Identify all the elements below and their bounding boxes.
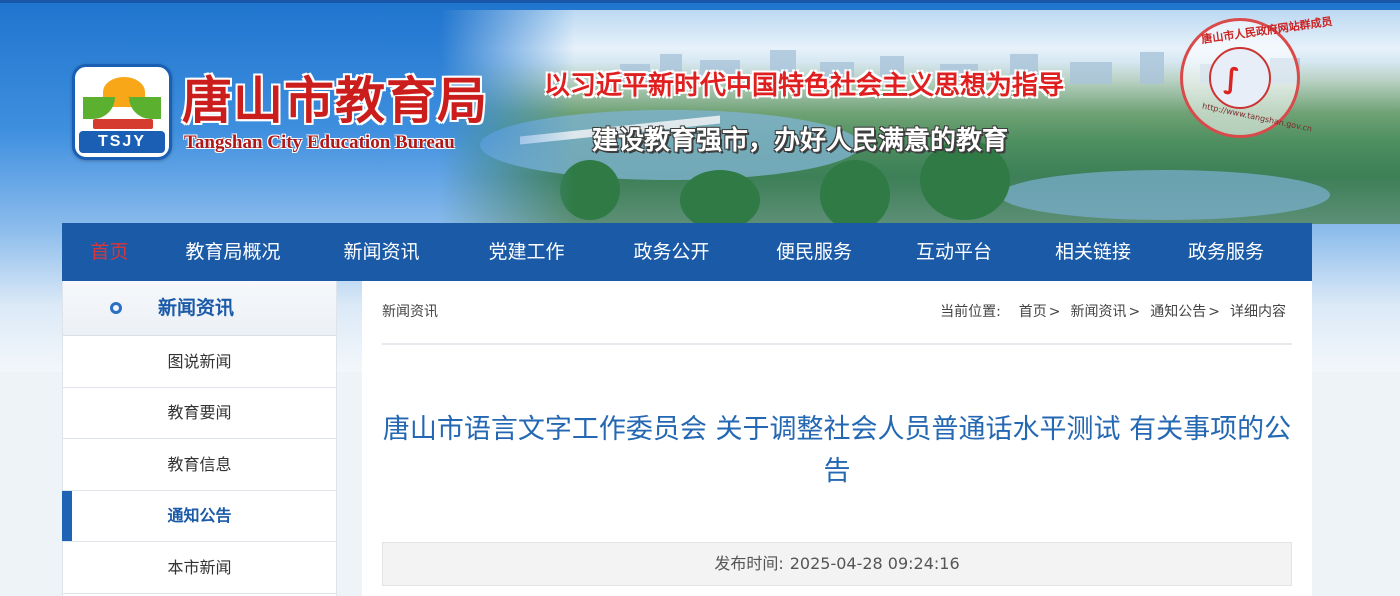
slogan-secondary: 建设教育强市，办好人民满意的教育 bbox=[592, 126, 1009, 156]
circle-bullet-icon bbox=[110, 302, 122, 314]
logo-leaf-shape bbox=[83, 97, 115, 119]
site-title: 唐山市教育局 bbox=[182, 72, 488, 130]
sidebar-item-photo-news[interactable]: 图说新闻 bbox=[63, 336, 336, 388]
logo-book-shape bbox=[93, 119, 153, 129]
sidebar-item-education-info[interactable]: 教育信息 bbox=[63, 439, 336, 491]
article-title: 唐山市语言文字工作委员会 关于调整社会人员普通话水平测试 有关事项的公告 bbox=[382, 414, 1292, 487]
breadcrumb-news[interactable]: 新闻资讯 bbox=[1071, 302, 1127, 322]
sidebar: 新闻资讯 图说新闻 教育要闻 教育信息 通知公告 本市新闻 bbox=[62, 281, 337, 596]
breadcrumb-separator: > bbox=[1128, 304, 1141, 320]
nav-item-government-affairs[interactable]: 政务公开 bbox=[599, 223, 744, 281]
sidebar-item-notices[interactable]: 通知公告 bbox=[62, 490, 336, 542]
main-content: 新闻资讯 当前位置: 首页 > 新闻资讯 > 通知公告 > 详细内容 唐山市语言文字工… bbox=[362, 281, 1312, 596]
sidebar-title: 新闻资讯 bbox=[158, 296, 235, 319]
publish-time-value: 2025-04-28 09:24:16 bbox=[789, 554, 960, 573]
publish-info-bar: 发布时间: 2025-04-28 09:24:16 bbox=[382, 542, 1292, 586]
section-label: 新闻资讯 bbox=[382, 304, 438, 320]
breadcrumb-prefix: 当前位置: bbox=[940, 304, 1001, 320]
logo-text: TSJY bbox=[79, 131, 165, 153]
breadcrumb-detail[interactable]: 详细内容 bbox=[1230, 302, 1286, 322]
government-site-badge[interactable]: 唐山市人民政府网站群成员 ∫ http://www.tangshan.gov.c… bbox=[1180, 15, 1333, 138]
site-title-english: Tangshan City Education Bureau bbox=[184, 132, 455, 153]
nav-item-public-services[interactable]: 便民服务 bbox=[744, 223, 884, 281]
breadcrumb-separator: > bbox=[1048, 304, 1061, 320]
nav-item-news[interactable]: 新闻资讯 bbox=[309, 223, 454, 281]
breadcrumb-notices[interactable]: 通知公告 bbox=[1150, 302, 1206, 322]
breadcrumb: 当前位置: 首页 > 新闻资讯 > 通知公告 > 详细内容 bbox=[940, 302, 1292, 322]
nav-item-related-links[interactable]: 相关链接 bbox=[1024, 223, 1162, 281]
sidebar-item-education-headlines[interactable]: 教育要闻 bbox=[63, 388, 336, 439]
nav-item-government-services[interactable]: 政务服务 bbox=[1162, 223, 1290, 281]
publish-time-label: 发布时间: bbox=[714, 554, 784, 573]
logo-leaf-shape bbox=[129, 97, 161, 119]
sidebar-header: 新闻资讯 bbox=[63, 281, 336, 336]
badge-emblem-icon: ∫ bbox=[1223, 62, 1241, 95]
lake bbox=[1000, 170, 1330, 220]
sidebar-item-city-news[interactable]: 本市新闻 bbox=[63, 542, 336, 594]
breadcrumb-home[interactable]: 首页 bbox=[1019, 302, 1047, 322]
slogan-primary: 以习近平新时代中国特色社会主义思想为指导 bbox=[544, 71, 1065, 101]
top-line bbox=[0, 0, 1400, 3]
bureau-logo[interactable]: TSJY bbox=[72, 64, 172, 160]
main-navigation: 首页 教育局概况 新闻资讯 党建工作 政务公开 便民服务 互动平台 相关链接 政… bbox=[62, 223, 1312, 281]
nav-item-party-building[interactable]: 党建工作 bbox=[454, 223, 599, 281]
nav-item-home[interactable]: 首页 bbox=[62, 223, 157, 281]
nav-item-bureau-overview[interactable]: 教育局概况 bbox=[157, 223, 309, 281]
breadcrumb-bar: 新闻资讯 当前位置: 首页 > 新闻资讯 > 通知公告 > 详细内容 bbox=[382, 281, 1292, 345]
nav-item-interaction[interactable]: 互动平台 bbox=[884, 223, 1024, 281]
breadcrumb-separator: > bbox=[1208, 304, 1220, 320]
